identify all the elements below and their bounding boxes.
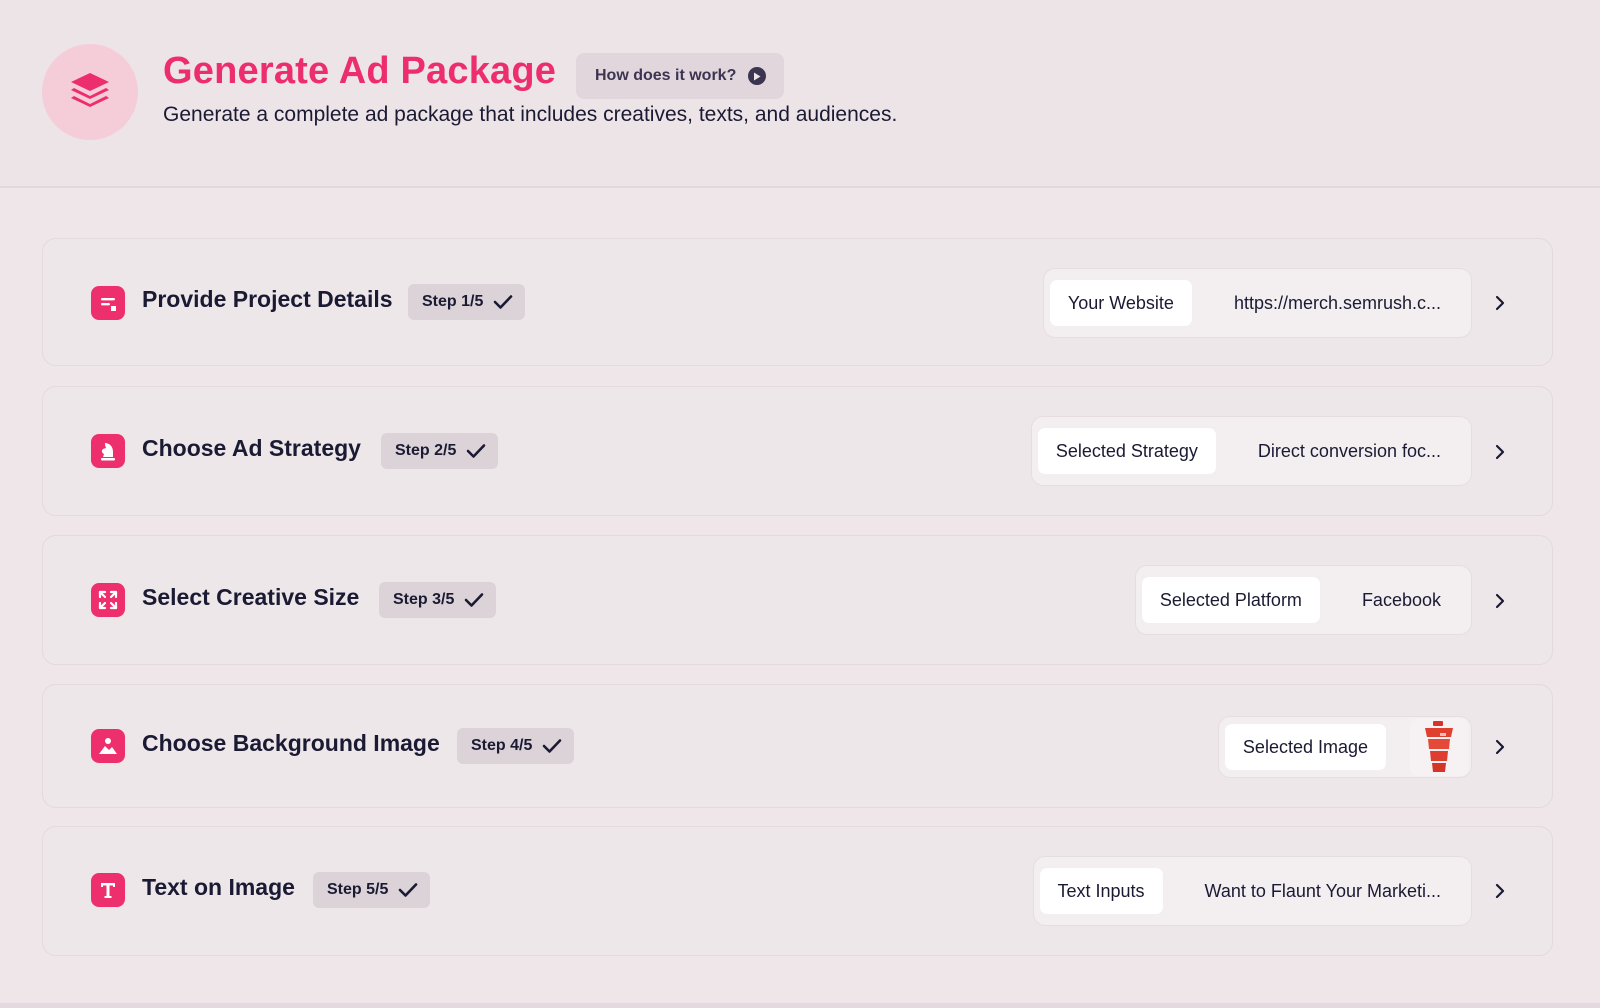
- step-summary: Selected Strategy Direct conversion foc.…: [1030, 416, 1472, 486]
- page-title: Generate Ad Package: [163, 50, 557, 92]
- step-card-background-image[interactable]: Choose Background Image Step 4/5 Selecte…: [42, 684, 1553, 808]
- step-badge: Step 2/5: [381, 433, 499, 469]
- step-badge-label: Step 5/5: [327, 881, 389, 898]
- step-summary: Your Website https://merch.semrush.c...: [1042, 268, 1472, 338]
- text-t-icon: [91, 873, 125, 907]
- step-card-text-on-image[interactable]: Text on Image Step 5/5 Text Inputs Want …: [42, 826, 1553, 956]
- resize-icon: [91, 583, 125, 617]
- step-title: Select Creative Size: [142, 584, 360, 610]
- bottom-divider: [0, 1003, 1600, 1008]
- check-icon: [543, 739, 562, 753]
- summary-value: Direct conversion foc...: [1257, 440, 1441, 461]
- check-icon: [467, 444, 486, 458]
- chevron-right-icon[interactable]: [1490, 442, 1510, 462]
- step-badge: Step 1/5: [408, 284, 526, 320]
- summary-value: https://merch.semrush.c...: [1233, 292, 1441, 313]
- page-subtitle: Generate a complete ad package that incl…: [163, 103, 898, 126]
- summary-label: Selected Image: [1224, 724, 1386, 770]
- step-badge: Step 3/5: [379, 582, 497, 618]
- chevron-right-icon[interactable]: [1490, 737, 1510, 757]
- form-icon: [91, 286, 125, 320]
- image-icon: [91, 729, 125, 763]
- step-card-creative-size[interactable]: Select Creative Size Step 3/5 Selected P…: [42, 535, 1553, 665]
- step-title: Provide Project Details: [142, 286, 393, 312]
- summary-value: Want to Flaunt Your Marketi...: [1204, 880, 1441, 901]
- how-it-works-button[interactable]: How does it work?: [576, 53, 785, 99]
- step-summary: Text Inputs Want to Flaunt Your Marketi.…: [1032, 856, 1472, 926]
- page: Generate Ad Package How does it work? Ge…: [0, 0, 1600, 1008]
- step-badge: Step 4/5: [457, 728, 575, 764]
- summary-label: Text Inputs: [1039, 868, 1163, 914]
- step-title: Text on Image: [142, 874, 295, 900]
- summary-value: Facebook: [1361, 589, 1441, 610]
- chess-knight-icon: [91, 434, 125, 468]
- step-badge-label: Step 4/5: [471, 737, 533, 754]
- chevron-right-icon[interactable]: [1490, 293, 1510, 313]
- chevron-right-icon[interactable]: [1490, 591, 1510, 611]
- check-icon: [465, 593, 484, 607]
- step-title: Choose Ad Strategy: [142, 435, 361, 461]
- check-icon: [399, 883, 418, 897]
- summary-label: Selected Strategy: [1037, 428, 1216, 474]
- summary-label: Selected Platform: [1141, 577, 1320, 623]
- step-card-ad-strategy[interactable]: Choose Ad Strategy Step 2/5 Selected Str…: [42, 386, 1553, 516]
- step-badge-label: Step 3/5: [393, 591, 455, 608]
- play-icon: [748, 67, 767, 85]
- selected-image-thumbnail[interactable]: [1410, 718, 1468, 776]
- step-summary: Selected Image: [1217, 716, 1472, 778]
- step-badge-label: Step 1/5: [422, 293, 484, 310]
- check-icon: [494, 295, 513, 309]
- step-badge-label: Step 2/5: [395, 442, 457, 459]
- step-summary: Selected Platform Facebook: [1134, 565, 1472, 635]
- summary-label: Your Website: [1049, 280, 1192, 326]
- chevron-right-icon[interactable]: [1490, 881, 1510, 901]
- page-header: Generate Ad Package How does it work? Ge…: [0, 0, 1600, 188]
- layers-icon: [42, 44, 138, 140]
- how-it-works-label: How does it work?: [595, 67, 737, 84]
- step-badge: Step 5/5: [313, 872, 431, 908]
- step-title: Choose Background Image: [142, 730, 440, 756]
- step-card-project-details[interactable]: Provide Project Details Step 1/5 Your We…: [42, 238, 1553, 366]
